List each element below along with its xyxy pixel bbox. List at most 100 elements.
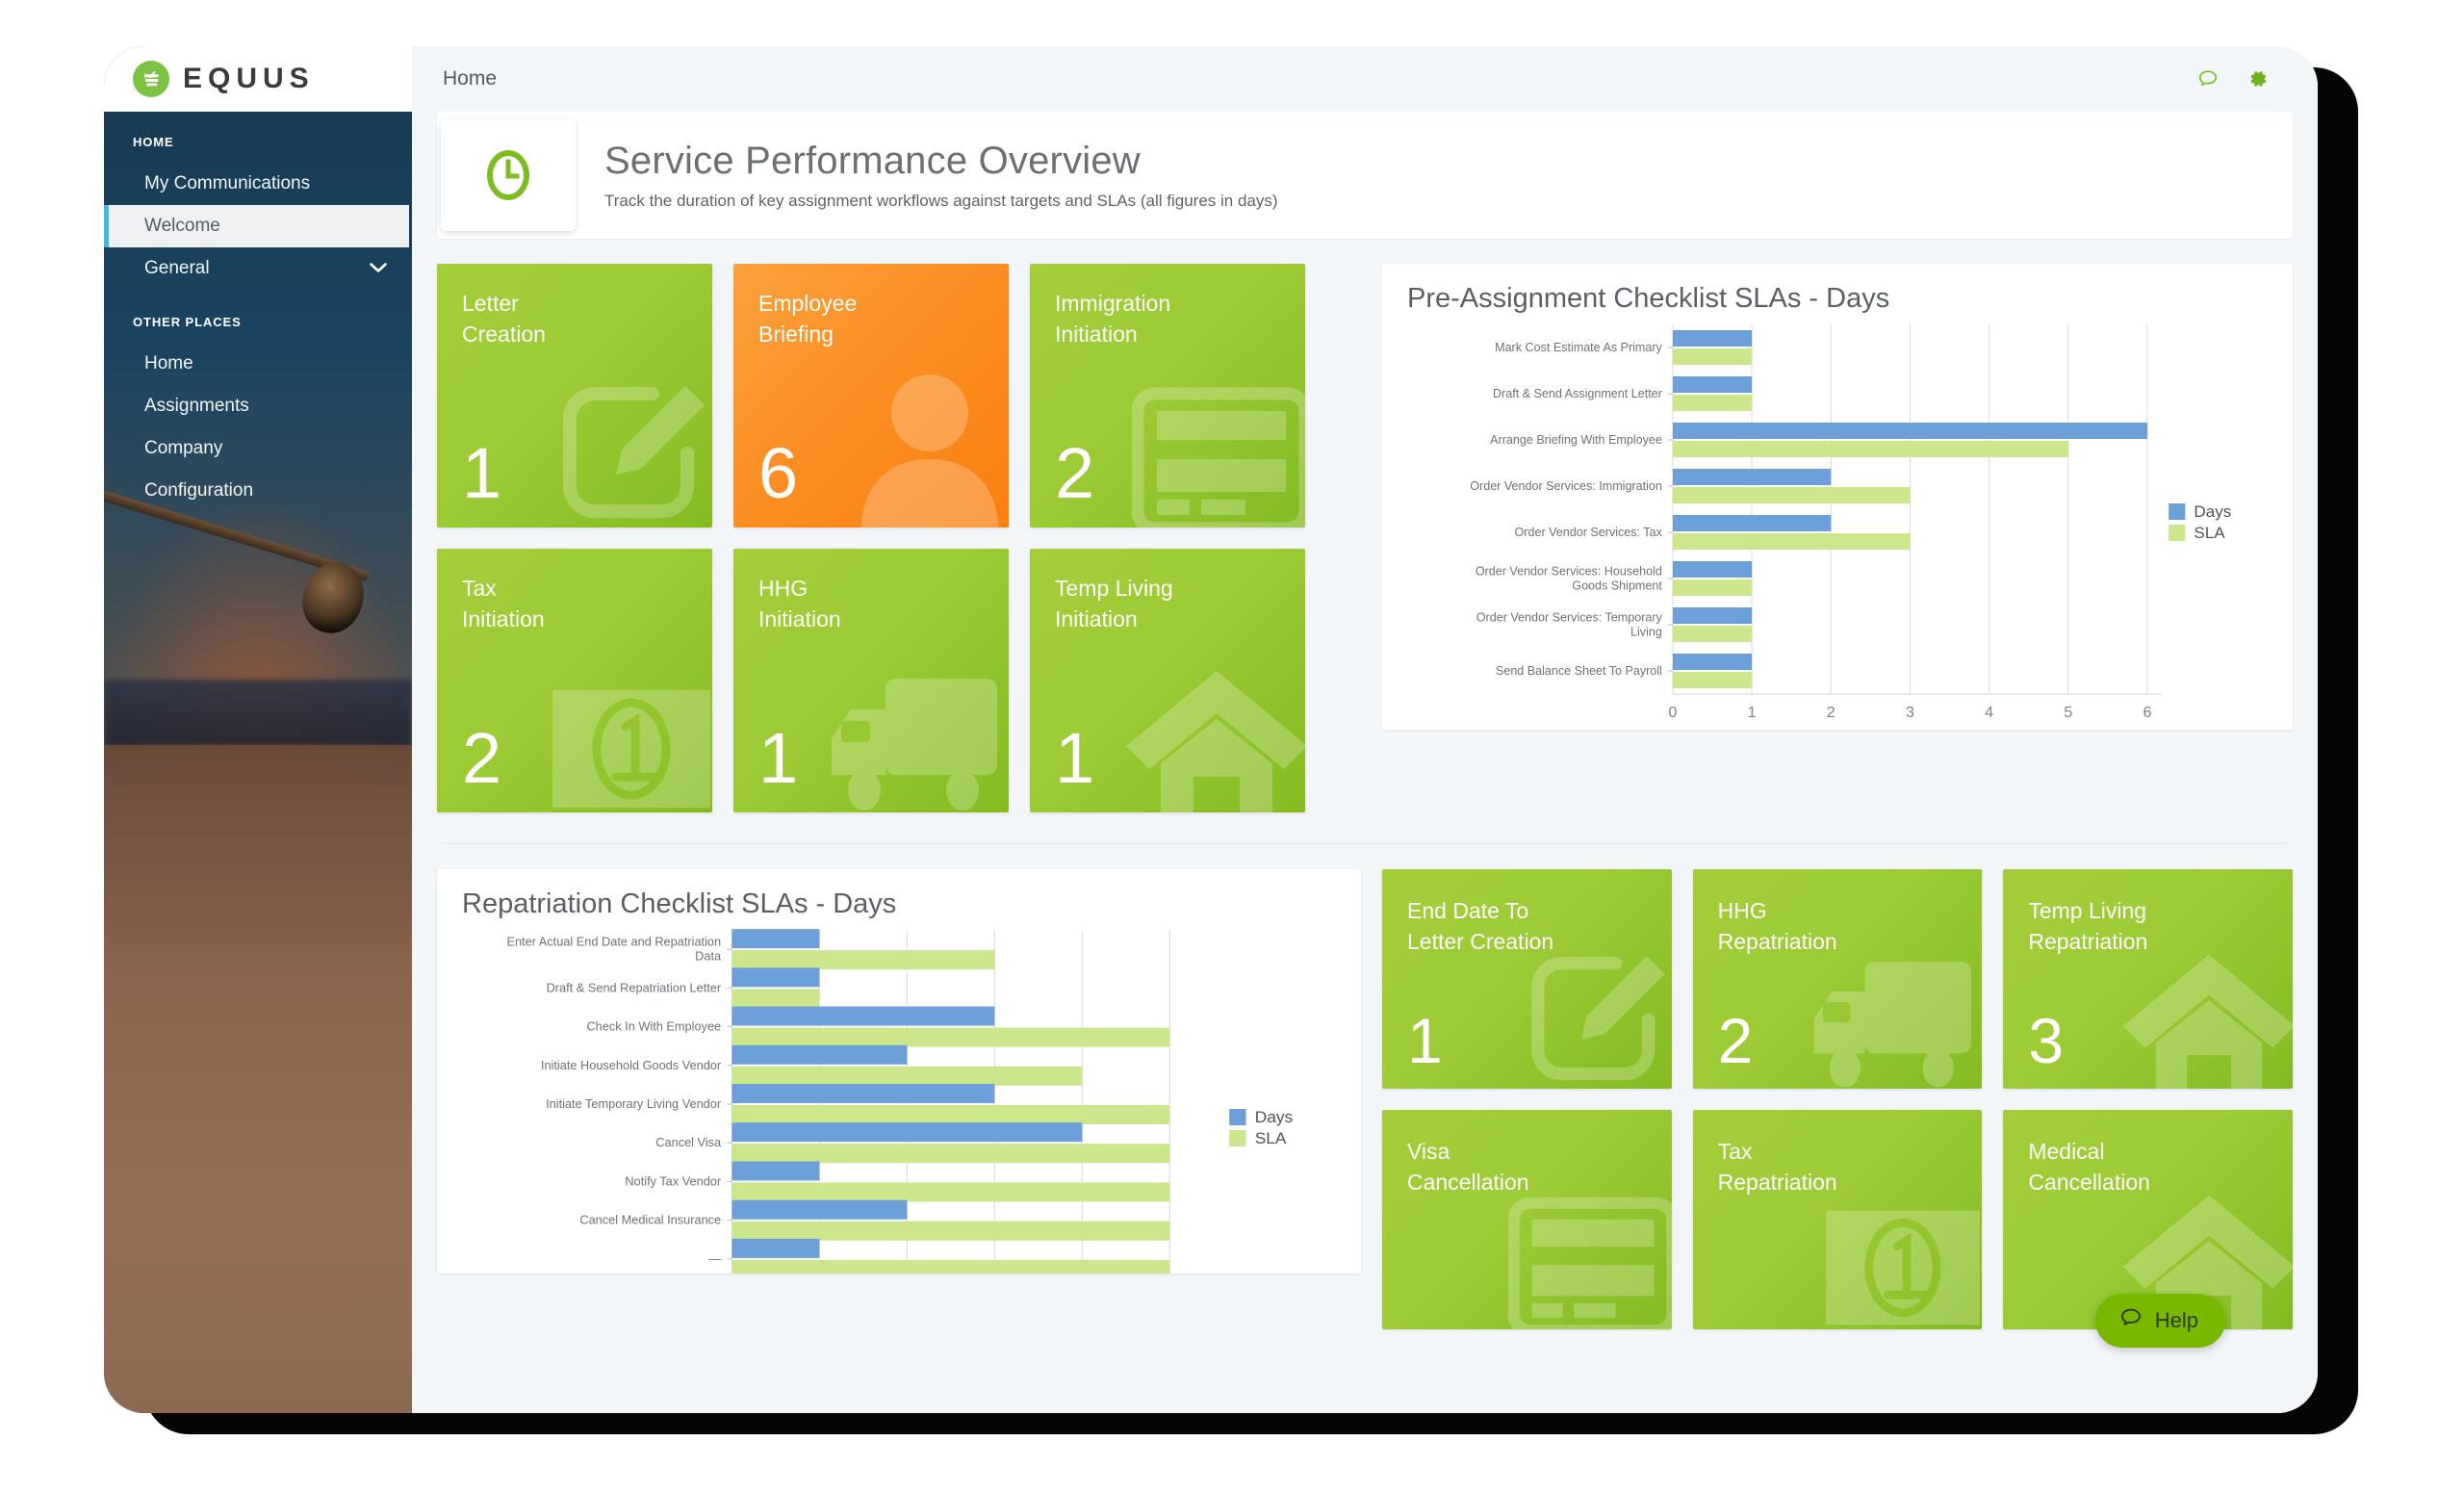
svg-text:SLA: SLA [2194,524,2225,542]
sunset-glow [104,499,412,816]
tile-grid-row2: Tax Initiation 2 HHG Initiation 1 Temp L… [437,549,1361,812]
svg-text:Initiate Household Goods Vendo: Initiate Household Goods Vendor [541,1059,721,1072]
sidebar-item-company[interactable]: Company [104,427,412,470]
tile-label: Medical Cancellation [2028,1139,2150,1195]
chart-body: Mark Cost Estimate As Primary Draft & Sen… [1382,315,2293,730]
pre-assignment-bar-chart: Mark Cost Estimate As Primary Draft & Sen… [1470,324,2231,721]
sidebar-item-home[interactable]: Home [104,343,412,385]
svg-text:Cancel Medical Insurance: Cancel Medical Insurance [579,1214,721,1227]
tile-temp-living-repatriation[interactable]: Temp Living Repatriation 3 [2003,869,2293,1089]
tile-temp-living-initiation[interactable]: Temp Living Initiation 1 [1030,549,1305,812]
svg-text:Cancel Visa: Cancel Visa [655,1136,722,1149]
house-icon [1122,663,1305,812]
gear-icon[interactable] [2246,67,2270,90]
id-card-icon [1507,1196,1672,1329]
svg-text:Check In With Employee: Check In With Employee [586,1020,721,1034]
tile-value: 1 [1407,1004,1443,1076]
tile-letter-creation[interactable]: Letter Creation 1 [437,264,712,528]
svg-text:Days: Days [1255,1107,1294,1126]
chart-title: Repatriation Checklist SLAs - Days [462,888,897,919]
tile-end-date-to-letter-creation[interactable]: End Date To Letter Creation 1 [1382,869,1672,1089]
svg-text:1: 1 [1748,704,1757,721]
tile-label: Letter Creation [462,291,546,347]
tile-value: 1 [462,433,502,514]
svg-text:5: 5 [2064,704,2072,721]
sidebar-item-label: My Communications [144,173,311,193]
banknote-icon [545,677,712,812]
tile-hhg-repatriation[interactable]: HHG Repatriation 2 [1692,869,1983,1089]
main-content: Home Service Performance Overview Track … [412,46,2318,1413]
pre-assignment-chart-card: Pre-Assignment Checklist SLAs - Days Mar… [1382,264,2293,730]
brand-header[interactable]: EQUUS [104,46,412,112]
help-label: Help [2154,1308,2198,1332]
tile-label: Visa Cancellation [1407,1139,1529,1195]
chat-bubble-icon [2118,1305,2143,1336]
tile-label: End Date To Letter Creation [1407,898,1554,954]
svg-text:Mark Cost Estimate As Primary: Mark Cost Estimate As Primary [1495,341,1662,354]
svg-text:4: 4 [1985,704,1993,721]
sidebar-item-label: Company [144,438,223,458]
house-icon [2119,947,2293,1089]
breadcrumb[interactable]: Home [443,67,497,90]
sidebar-item-label: Configuration [144,480,254,501]
svg-text:Order Vendor Services: Tempora: Order Vendor Services: Temporary [1476,611,1663,625]
svg-text:Goods Shipment: Goods Shipment [1572,579,1662,593]
tile-value: 2 [1055,433,1095,514]
pencil-square-icon [545,373,712,528]
svg-text:—: — [708,1252,721,1266]
chart-body: Enter Actual End Date and Repatriation Da… [437,920,1361,1274]
help-button[interactable]: Help [2094,1294,2225,1348]
pencil-square-icon [1514,943,1672,1089]
section-divider [441,843,2289,844]
sidebar-item-configuration[interactable]: Configuration [104,470,412,512]
device-frame: EQUUS HOME My Communications Welcome Gen… [104,46,2318,1413]
tile-label: Tax Repatriation [1717,1139,1837,1195]
svg-text:Initiate Temporary Living Vend: Initiate Temporary Living Vendor [546,1097,721,1111]
chevron-down-icon [370,262,387,276]
top-bar: Home [412,46,2318,112]
svg-text:3: 3 [1906,704,1914,721]
chat-bubble-icon[interactable] [2196,67,2220,90]
tile-immigration-initiation[interactable]: Immigration Initiation 2 [1030,264,1305,528]
sidebar-item-welcome[interactable]: Welcome [104,205,409,247]
repatriation-tiles: End Date To Letter Creation 1 HHG Repatr… [1382,869,2293,1329]
svg-text:Order Vendor Services: Immigra: Order Vendor Services: Immigration [1470,479,1662,493]
tile-tax-repatriation[interactable]: Tax Repatriation [1692,1110,1983,1329]
id-card-icon [1131,386,1305,528]
tile-value: 1 [1055,718,1095,799]
svg-text:Notify Tax Vendor: Notify Tax Vendor [625,1175,721,1189]
nav-section-other-places-label: OTHER PLACES [133,315,242,329]
tile-value: 2 [1717,1004,1754,1076]
tile-label: HHG Initiation [758,576,841,631]
tile-label: Employee Briefing [758,291,858,347]
sidebar-item-label: Welcome [144,216,220,236]
sidebar-item-label: Home [144,353,193,373]
pre-assignment-row: Letter Creation 1 Employee Briefing 6 Im… [437,264,2293,812]
svg-text:Order Vendor Services: Househo: Order Vendor Services: Household [1476,565,1662,579]
tile-value: 1 [758,718,799,799]
sidebar-item-my-communications[interactable]: My Communications [104,163,412,205]
repatriation-chart-card: Repatriation Checklist SLAs - Days Enter… [437,869,1361,1274]
svg-text:Draft & Send Repatriation Lett: Draft & Send Repatriation Letter [547,981,722,994]
equus-logo-icon [133,61,169,97]
clock-icon [441,119,576,231]
tile-label: HHG Repatriation [1717,898,1837,954]
sidebar-item-label: Assignments [144,396,249,416]
page-header-texts: Service Performance Overview Track the d… [576,140,1278,211]
sidebar: EQUUS HOME My Communications Welcome Gen… [104,46,412,1413]
sidebar-item-label: General [144,258,210,278]
tile-employee-briefing[interactable]: Employee Briefing 6 [733,264,1009,528]
tile-value: 2 [462,718,502,799]
page-subtitle: Track the duration of key assignment wor… [604,192,1278,210]
svg-text:Draft & Send Assignment Letter: Draft & Send Assignment Letter [1493,387,1662,400]
sidebar-item-assignments[interactable]: Assignments [104,385,412,427]
repatriation-bar-chart: Enter Actual End Date and RepatriationDa… [506,929,1294,1274]
svg-text:Data: Data [695,950,722,964]
tile-tax-initiation[interactable]: Tax Initiation 2 [437,549,712,812]
chart-title: Pre-Assignment Checklist SLAs - Days [1407,283,1890,314]
tile-grid-row1: Letter Creation 1 Employee Briefing 6 Im… [437,264,1361,528]
sidebar-nav: HOME My Communications Welcome General O… [104,112,412,512]
tile-hhg-initiation[interactable]: HHG Initiation 1 [733,549,1009,812]
tile-visa-cancellation[interactable]: Visa Cancellation [1382,1110,1672,1329]
sidebar-item-general[interactable]: General [104,247,412,290]
